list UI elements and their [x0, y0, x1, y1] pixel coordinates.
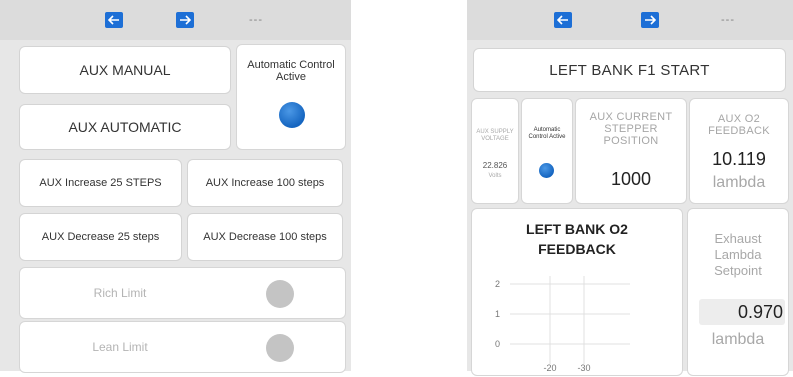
- supply-voltage-value: 22.826: [482, 161, 508, 170]
- left-bank-panel: --- LEFT BANK F1 START AUX SUPPLY VOLTAG…: [467, 0, 793, 376]
- lean-limit-led: [266, 334, 294, 362]
- aux-increase-100-button[interactable]: AUX Increase 100 steps: [187, 159, 343, 207]
- forward-arrow-icon[interactable]: [641, 12, 659, 28]
- chart-y-tick-label: 0: [495, 339, 500, 349]
- left-bank-f1-start-button[interactable]: LEFT BANK F1 START: [473, 48, 786, 92]
- chart-y-tick-label: 1: [495, 309, 500, 319]
- aux-decrease-100-button[interactable]: AUX Decrease 100 steps: [187, 213, 343, 261]
- setpoint-value-field[interactable]: 0.970: [699, 299, 785, 325]
- aux-manual-button[interactable]: AUX MANUAL: [19, 46, 231, 94]
- auto-status-led: [279, 102, 305, 128]
- o2-feedback-chart: 2 1 0 -20 -30: [495, 276, 630, 373]
- aux-control-panel: --- AUX MANUAL AUX AUTOMATIC Automatic C…: [0, 0, 351, 373]
- auto-active-led: [539, 163, 554, 178]
- chart-x-tick-label: -20: [543, 363, 556, 373]
- supply-voltage-card: AUX SUPPLY VOLTAGE 22.826 Volts: [471, 98, 519, 204]
- o2-feedback-unit: lambda: [712, 174, 766, 191]
- o2-feedback-chart-card: LEFT BANK O2 FEEDBACK 2 1 0 -20 -30: [471, 208, 683, 376]
- supply-voltage-unit: Volts: [488, 173, 502, 179]
- auto-active-label: Automatic Control Active: [528, 127, 566, 140]
- lean-limit-label: Lean Limit: [92, 340, 148, 354]
- setpoint-label: Exhaust Lambda Setpoint: [714, 231, 762, 278]
- rich-limit-label: Rich Limit: [93, 286, 147, 300]
- left-toolbar: ---: [0, 0, 351, 40]
- o2-feedback-card: AUX O2 FEEDBACK 10.119 lambda: [689, 98, 789, 204]
- chart-y-tick-label: 2: [495, 279, 500, 289]
- stepper-position-label: AUX CURRENT STEPPER POSITION: [589, 111, 673, 147]
- lean-limit-indicator: Lean Limit: [19, 321, 346, 373]
- supply-voltage-label: AUX SUPPLY VOLTAGE: [476, 129, 514, 142]
- toolbar-dash: ---: [721, 14, 735, 26]
- chart-x-tick-label: -30: [577, 363, 590, 373]
- rich-limit-led: [266, 280, 294, 308]
- stepper-position-card: AUX CURRENT STEPPER POSITION 1000: [575, 98, 687, 204]
- o2-feedback-value: 10.119: [712, 149, 766, 169]
- toolbar-dash: ---: [249, 14, 263, 26]
- lambda-setpoint-card: Exhaust Lambda Setpoint 0.970 lambda: [687, 208, 789, 376]
- setpoint-unit: lambda: [711, 331, 765, 348]
- aux-increase-25-button[interactable]: AUX Increase 25 STEPS: [19, 159, 182, 207]
- stepper-position-value: 1000: [610, 169, 652, 189]
- auto-status-label: Automatic Control Active: [247, 59, 335, 83]
- auto-status-card: Automatic Control Active: [236, 44, 346, 150]
- back-arrow-icon[interactable]: [105, 12, 123, 28]
- right-toolbar: ---: [467, 0, 793, 40]
- auto-active-card: Automatic Control Active: [521, 98, 573, 204]
- o2-feedback-label: AUX O2 FEEDBACK: [708, 113, 770, 137]
- forward-arrow-icon[interactable]: [176, 12, 194, 28]
- rich-limit-indicator: Rich Limit: [19, 267, 346, 319]
- aux-decrease-25-button[interactable]: AUX Decrease 25 steps: [19, 213, 182, 261]
- aux-automatic-button[interactable]: AUX AUTOMATIC: [19, 104, 231, 150]
- back-arrow-icon[interactable]: [554, 12, 572, 28]
